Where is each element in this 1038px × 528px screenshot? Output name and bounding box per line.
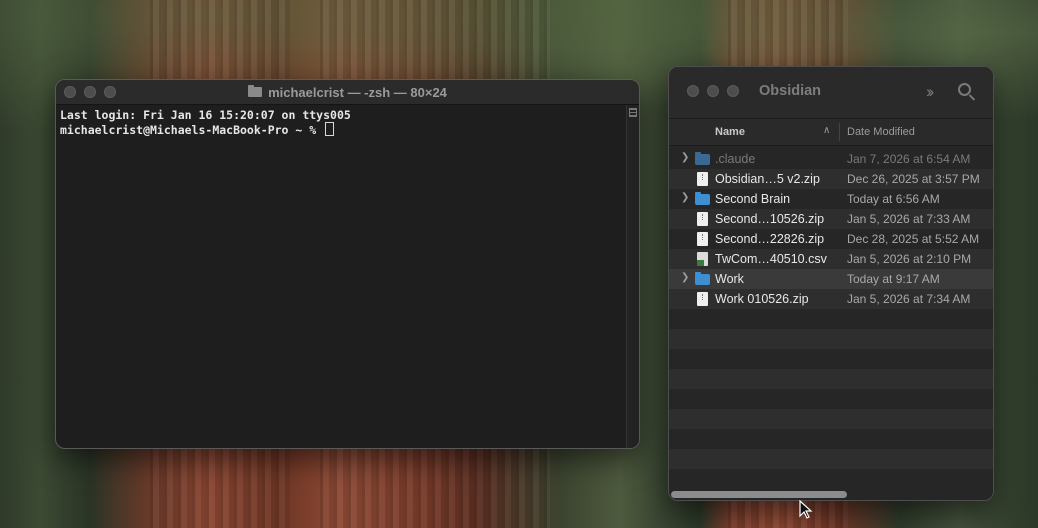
zip-file-icon (697, 232, 708, 246)
mouse-pointer-icon (799, 500, 813, 519)
terminal-title: michaelcrist — -zsh — 80×24 (56, 80, 639, 104)
terminal-window[interactable]: michaelcrist — -zsh — 80×24 Last login: … (55, 79, 640, 449)
empty-row (669, 369, 993, 389)
folder-icon (248, 85, 263, 97)
file-name: Second…10526.zip (715, 212, 825, 226)
date-column-header[interactable]: Date Modified (847, 126, 915, 138)
empty-row (669, 389, 993, 409)
column-divider[interactable] (839, 123, 840, 141)
disclosure-triangle-icon[interactable]: ❯ (681, 152, 689, 163)
file-date: Jan 5, 2026 at 7:34 AM (847, 292, 971, 306)
list-item[interactable]: Second…10526.zip Jan 5, 2026 at 7:33 AM (669, 209, 993, 229)
zip-file-icon (697, 292, 708, 306)
last-login-line: Last login: Fri Jan 16 15:20:07 on ttys0… (60, 108, 351, 122)
close-button[interactable] (687, 85, 699, 97)
horizontal-scrollbar[interactable] (669, 488, 993, 500)
empty-row (669, 409, 993, 429)
list-item[interactable]: Work 010526.zip Jan 5, 2026 at 7:34 AM (669, 289, 993, 309)
empty-row (669, 449, 993, 469)
shell-prompt: michaelcrist@Michaels-MacBook-Pro ~ % (60, 123, 324, 137)
zip-file-icon (697, 212, 708, 226)
finder-window[interactable]: Obsidian ›› Name ∧ Date Modified ❯ .clau… (668, 66, 994, 501)
file-date: Jan 7, 2026 at 6:54 AM (847, 152, 971, 166)
disclosure-triangle-icon[interactable]: ❯ (681, 272, 689, 283)
file-name: TwCom…40510.csv (715, 252, 827, 266)
file-name: Second…22826.zip (715, 232, 825, 246)
empty-row (669, 429, 993, 449)
file-list: ❯ .claude Jan 7, 2026 at 6:54 AM Obsidia… (669, 149, 993, 500)
empty-row (669, 329, 993, 349)
empty-row (669, 349, 993, 369)
minimize-button[interactable] (707, 85, 719, 97)
terminal-title-text: michaelcrist — -zsh — 80×24 (268, 84, 447, 100)
list-item[interactable]: ❯ Work Today at 9:17 AM (669, 269, 993, 289)
file-date: Today at 9:17 AM (847, 272, 940, 286)
terminal-output[interactable]: Last login: Fri Jan 16 15:20:07 on ttys0… (56, 105, 627, 448)
file-date: Jan 5, 2026 at 2:10 PM (847, 252, 972, 266)
search-icon[interactable] (958, 83, 971, 96)
empty-row (669, 469, 993, 489)
list-item[interactable]: TwCom…40510.csv Jan 5, 2026 at 2:10 PM (669, 249, 993, 269)
terminal-scrollbar[interactable] (626, 105, 639, 448)
csv-file-icon (697, 252, 708, 266)
sort-ascending-icon: ∧ (823, 125, 831, 136)
file-name: Work 010526.zip (715, 292, 809, 306)
terminal-titlebar[interactable]: michaelcrist — -zsh — 80×24 (56, 80, 639, 105)
list-item[interactable]: Obsidian…5 v2.zip Dec 26, 2025 at 3:57 P… (669, 169, 993, 189)
list-item[interactable]: ❯ .claude Jan 7, 2026 at 6:54 AM (669, 149, 993, 169)
finder-toolbar: Obsidian ›› (669, 67, 993, 118)
file-date: Dec 26, 2025 at 3:57 PM (847, 172, 980, 186)
text-cursor (325, 122, 335, 136)
column-header: Name ∧ Date Modified (669, 118, 993, 146)
folder-icon (695, 272, 710, 285)
file-date: Jan 5, 2026 at 7:33 AM (847, 212, 971, 226)
list-item[interactable]: ❯ Second Brain Today at 6:56 AM (669, 189, 993, 209)
file-date: Today at 6:56 AM (847, 192, 940, 206)
scroll-grip-icon[interactable] (629, 108, 637, 117)
file-name: .claude (715, 152, 756, 166)
disclosure-triangle-icon[interactable]: ❯ (681, 192, 689, 203)
empty-row (669, 309, 993, 329)
folder-icon (695, 152, 710, 165)
folder-icon (695, 192, 710, 205)
file-name: Second Brain (715, 192, 791, 206)
file-date: Dec 28, 2025 at 5:52 AM (847, 232, 980, 246)
file-name: Obsidian…5 v2.zip (715, 172, 820, 186)
list-item[interactable]: Second…22826.zip Dec 28, 2025 at 5:52 AM (669, 229, 993, 249)
window-controls (687, 85, 739, 97)
finder-title: Obsidian (759, 83, 822, 99)
file-name: Work (715, 272, 744, 286)
zip-file-icon (697, 172, 708, 186)
scrollbar-thumb[interactable] (671, 491, 847, 498)
toolbar-overflow-icon[interactable]: ›› (926, 82, 935, 102)
zoom-button[interactable] (727, 85, 739, 97)
name-column-header[interactable]: Name (715, 126, 745, 138)
